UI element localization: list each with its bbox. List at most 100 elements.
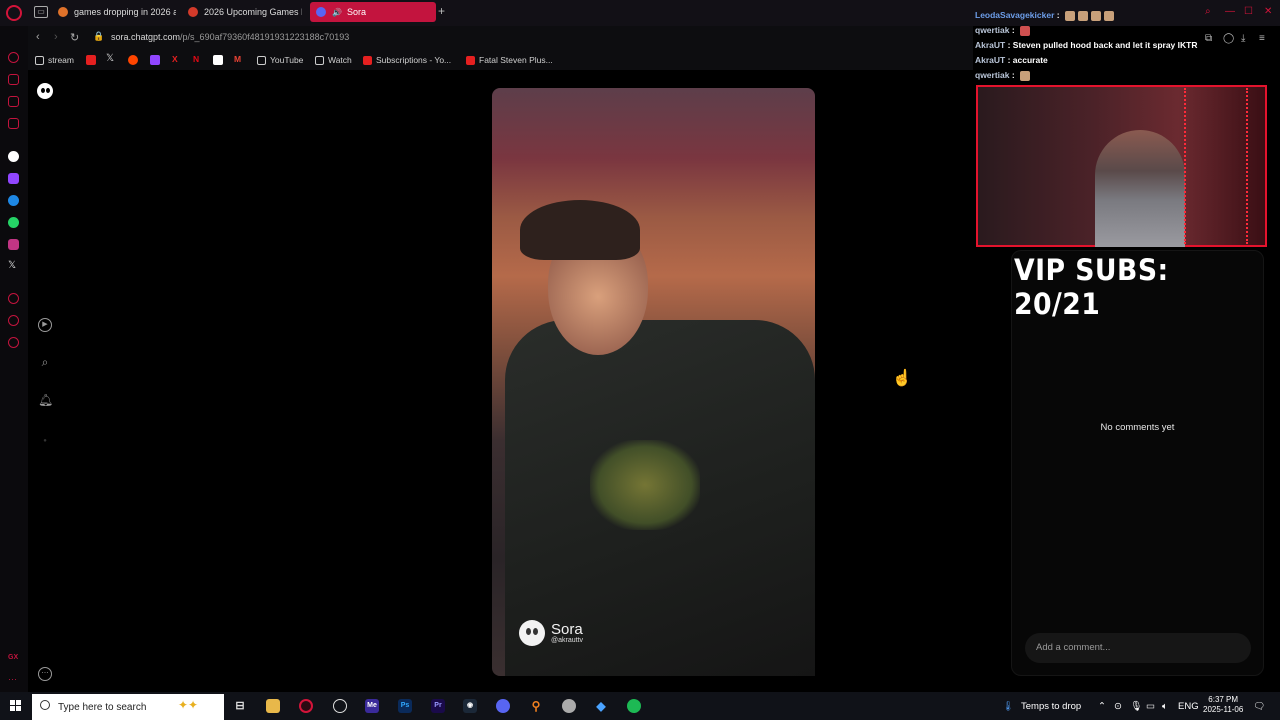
- x-icon[interactable]: 𝕏: [106, 53, 114, 64]
- webcam-streamer: [1095, 130, 1185, 247]
- search-app-icon[interactable]: ⚲: [529, 699, 543, 713]
- tab-games-dropping[interactable]: games dropping in 2026 a: [52, 2, 176, 22]
- whatsapp-icon[interactable]: [8, 217, 19, 228]
- search-highlight-icon: ✦✦: [178, 698, 199, 712]
- opera-logo-icon[interactable]: [6, 5, 22, 21]
- search-icon[interactable]: ⌕: [38, 355, 52, 369]
- workspace-icon[interactable]: [8, 96, 19, 107]
- tab-label: 2026 Upcoming Games R: [204, 7, 302, 17]
- bookmark-label: Subscriptions - Yo...: [376, 55, 452, 65]
- tab-label: Sora: [346, 7, 366, 17]
- bell-icon[interactable]: 🔔︎: [38, 393, 53, 407]
- bookmark-label: Fatal Steven Plus...: [479, 55, 553, 65]
- tab-menu-icon[interactable]: ▭: [34, 6, 48, 18]
- video-frame-shirt: [590, 440, 700, 530]
- more-icon[interactable]: ···: [8, 674, 19, 685]
- twitch-icon[interactable]: [150, 55, 160, 65]
- ai-icon[interactable]: [8, 151, 19, 162]
- menu-icon[interactable]: ⋯: [38, 667, 52, 681]
- lock-icon: 🔒: [93, 31, 105, 41]
- bookmark-stream[interactable]: stream: [35, 55, 74, 65]
- notifications-icon[interactable]: 🗨︎: [1253, 701, 1265, 712]
- gmail-icon[interactable]: M: [234, 54, 241, 64]
- extensions-icon[interactable]: [8, 315, 19, 326]
- tab-sora[interactable]: 🔊 Sora: [310, 2, 436, 22]
- network-icon[interactable]: ▭: [1146, 701, 1155, 712]
- folder-icon: [315, 55, 324, 65]
- download-icon[interactable]: ⤓: [1241, 33, 1245, 44]
- maximize-button[interactable]: ☐: [1244, 6, 1253, 17]
- watermark-handle: @akrauttv: [551, 637, 584, 644]
- twitch-icon[interactable]: [8, 173, 19, 184]
- netflix-icon[interactable]: N: [193, 54, 199, 64]
- bluetooth-app-icon[interactable]: ◆: [594, 699, 608, 713]
- amazon-icon[interactable]: [213, 55, 223, 65]
- profile-icon[interactable]: ◯: [1223, 33, 1234, 44]
- tray-app-icon[interactable]: ⊙: [1114, 701, 1122, 712]
- spotify-icon[interactable]: [627, 699, 641, 713]
- extensions-icon[interactable]: ⧉: [1205, 33, 1212, 44]
- youtube-icon[interactable]: [86, 55, 96, 65]
- speaker-icon[interactable]: 🔊: [332, 8, 342, 17]
- back-icon[interactable]: ‹: [36, 31, 40, 43]
- bookmark-youtube[interactable]: YouTube: [257, 55, 303, 65]
- chevron-up-icon[interactable]: ⌃: [1098, 701, 1106, 712]
- reload-icon[interactable]: ↻: [70, 31, 79, 44]
- watermark-brand: Sora: [551, 621, 583, 638]
- forward-icon[interactable]: ›: [54, 31, 58, 43]
- x-icon[interactable]: 𝕏: [8, 260, 19, 271]
- language-indicator[interactable]: ENG: [1178, 701, 1199, 712]
- volume-icon[interactable]: 🔈︎: [1162, 701, 1168, 712]
- history-icon[interactable]: [8, 293, 19, 304]
- obs-icon[interactable]: [333, 699, 347, 713]
- bookmark-label: stream: [48, 55, 74, 65]
- premiere-icon[interactable]: Pr: [431, 699, 445, 713]
- bookmark-fatal-steven[interactable]: Fatal Steven Plus...: [466, 55, 553, 65]
- bookmark-watch[interactable]: Watch: [315, 55, 352, 65]
- vip-subs-counter: VIP SUBS: 20/21: [1014, 253, 1169, 321]
- task-view-icon[interactable]: ⊟: [233, 699, 247, 713]
- easy-setup-icon[interactable]: ≡: [1259, 33, 1265, 44]
- thermometer-icon: 🌡︎: [1002, 701, 1015, 712]
- search-tabs-icon[interactable]: ⌕: [1205, 6, 1211, 17]
- sora-logo-icon[interactable]: [37, 83, 53, 99]
- play-icon[interactable]: ▶: [38, 318, 52, 332]
- chat-message: LeodaSavagekicker :: [975, 10, 1114, 21]
- gx-icon[interactable]: GX: [8, 654, 19, 665]
- steam-icon[interactable]: ◉: [463, 699, 477, 713]
- x-red-icon[interactable]: X: [172, 54, 178, 64]
- tab-upcoming-games[interactable]: 2026 Upcoming Games R: [182, 2, 302, 22]
- taskbar-clock[interactable]: 6:37 PM 2025-11-06: [1203, 695, 1243, 715]
- settings-icon[interactable]: [8, 337, 19, 348]
- url-field[interactable]: sora.chatgpt.com/p/s_690af79360f48191931…: [111, 32, 349, 42]
- messenger-icon[interactable]: [8, 195, 19, 206]
- sora-ghost-icon: [519, 620, 545, 646]
- folder-icon: [35, 55, 44, 65]
- chat-message: AkraUT : Steven pulled hood back and let…: [975, 40, 1198, 50]
- close-button[interactable]: ✕: [1264, 6, 1272, 17]
- reddit-icon[interactable]: [128, 55, 138, 65]
- clock-time: 6:37 PM: [1208, 695, 1239, 704]
- instagram-icon[interactable]: [8, 239, 19, 250]
- tab-islands-icon[interactable]: [8, 118, 19, 129]
- chat-message: AkraUT : accurate: [975, 55, 1048, 65]
- microphone-icon[interactable]: 🎙︎: [1130, 701, 1142, 712]
- discord-icon: [316, 7, 326, 17]
- app-icon[interactable]: [562, 699, 576, 713]
- media-encoder-icon[interactable]: Me: [365, 699, 379, 713]
- bookmark-subscriptions[interactable]: Subscriptions - Yo...: [363, 55, 451, 65]
- windows-start-icon[interactable]: [10, 700, 22, 712]
- new-tab-button[interactable]: +: [438, 4, 445, 18]
- comment-input[interactable]: Add a comment...: [1025, 633, 1251, 663]
- file-explorer-icon[interactable]: [266, 699, 280, 713]
- bookmark-label: Watch: [328, 55, 352, 65]
- youtube-icon: [363, 55, 372, 65]
- avatar[interactable]: ●: [38, 434, 52, 448]
- aria-icon[interactable]: [8, 74, 19, 85]
- photoshop-icon[interactable]: Ps: [398, 699, 412, 713]
- minimize-button[interactable]: —: [1225, 6, 1235, 17]
- opera-gx-icon[interactable]: [299, 699, 313, 713]
- speed-dial-icon[interactable]: [8, 52, 19, 63]
- discord-icon[interactable]: [496, 699, 510, 713]
- weather-text[interactable]: Temps to drop: [1021, 701, 1081, 712]
